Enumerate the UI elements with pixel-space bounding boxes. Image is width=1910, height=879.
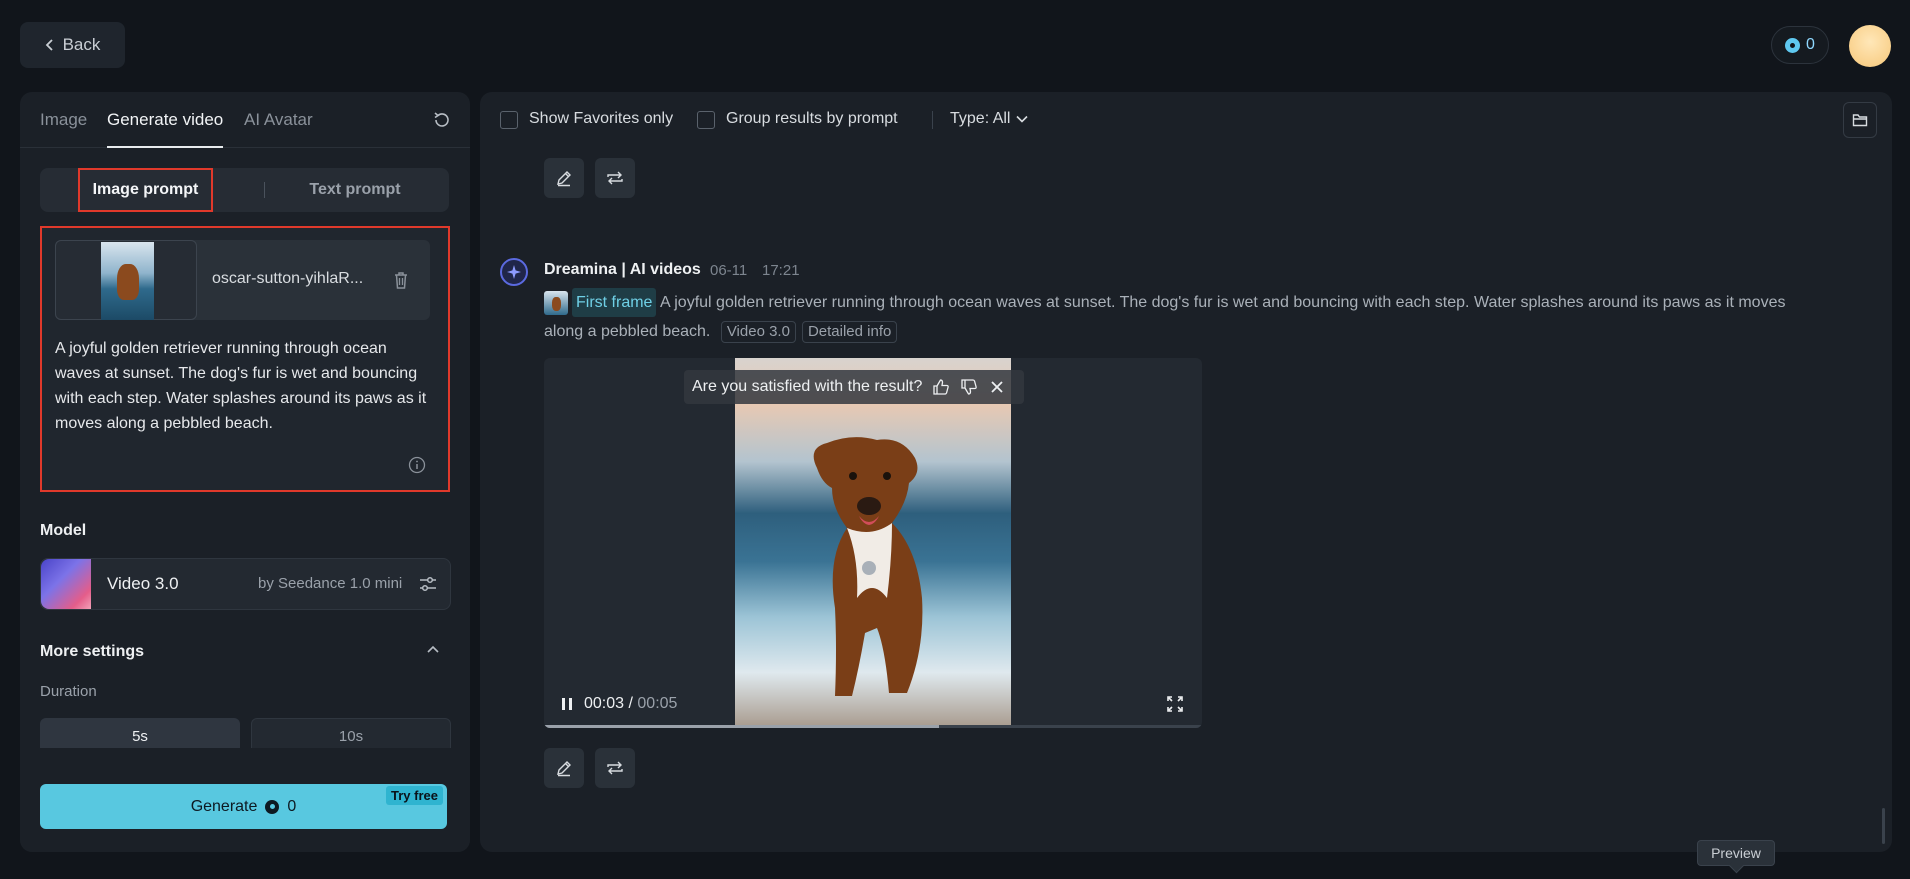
try-free-badge: Try free	[386, 786, 443, 805]
model-thumbnail	[41, 559, 91, 609]
chevron-left-icon	[45, 39, 53, 51]
group-checkbox[interactable]	[697, 111, 715, 129]
message-date: 06-11	[710, 262, 748, 279]
edit-button[interactable]	[544, 158, 584, 198]
current-time: 00:03	[584, 695, 625, 712]
fullscreen-icon[interactable]	[1166, 695, 1184, 713]
prompt-type-toggle: Image prompt Text prompt	[40, 168, 449, 212]
chevron-up-icon[interactable]	[425, 642, 441, 658]
model-provider: by Seedance 1.0 mini	[258, 575, 403, 592]
tab-image[interactable]: Image	[40, 110, 87, 130]
pencil-icon	[557, 761, 571, 777]
model-name: Video 3.0	[107, 574, 179, 593]
model-heading: Model	[40, 522, 87, 539]
duration-label: Duration	[40, 683, 97, 700]
generate-button[interactable]: Generate 0 Try free	[40, 784, 447, 829]
avatar[interactable]	[1849, 25, 1891, 67]
dog-image	[813, 437, 923, 696]
regenerate-button[interactable]	[595, 748, 635, 788]
model-tag[interactable]: Video 3.0	[720, 321, 796, 344]
credit-coin-icon	[1785, 37, 1801, 53]
type-filter-label: Type: All	[950, 110, 1011, 127]
reset-icon[interactable]	[432, 110, 452, 130]
results-panel: Show Favorites only Group results by pro…	[480, 92, 1892, 852]
back-label: Back	[62, 35, 101, 54]
text-prompt-option[interactable]: Text prompt	[290, 168, 420, 212]
first-frame-label: First frame	[572, 288, 657, 318]
feedback-question: Are you satisfied with the result?	[692, 378, 923, 395]
message-body: First frame A joyful golden retriever ru…	[544, 288, 1814, 346]
prompt-textarea[interactable]: A joyful golden retriever running throug…	[55, 336, 435, 436]
scrollbar[interactable]	[1882, 808, 1885, 844]
thumbs-up-icon[interactable]	[932, 378, 950, 396]
close-icon[interactable]	[988, 378, 1006, 396]
repeat-icon	[607, 761, 623, 775]
more-settings-heading[interactable]: More settings	[40, 643, 144, 661]
generate-cost: 0	[287, 797, 297, 815]
dreamina-logo-icon	[500, 258, 528, 286]
credits-count: 0	[1806, 36, 1815, 53]
image-prompt-option[interactable]: Image prompt	[78, 168, 213, 212]
credits-badge[interactable]: 0	[1771, 26, 1829, 64]
type-filter-dropdown[interactable]: Type: All	[950, 110, 1029, 128]
chevron-down-icon	[1016, 115, 1029, 123]
model-selector[interactable]: Video 3.0 by Seedance 1.0 mini	[40, 558, 451, 610]
favorites-checkbox[interactable]	[500, 111, 518, 129]
message-time: 17:21	[762, 262, 800, 279]
video-progress-bar[interactable]	[544, 725, 1202, 728]
edit-button[interactable]	[544, 748, 584, 788]
prompt-box[interactable]: oscar-sutton-yihlaR... A joyful golden r…	[40, 226, 450, 492]
file-name: oscar-sutton-yihlaR...	[212, 270, 364, 287]
video-player[interactable]: Are you satisfied with the result? 00:03…	[544, 358, 1202, 728]
repeat-icon	[607, 171, 623, 185]
time-separator: /	[628, 695, 633, 712]
preview-tooltip: Preview	[1697, 840, 1775, 866]
regenerate-button[interactable]	[595, 158, 635, 198]
folder-button[interactable]	[1843, 102, 1877, 138]
toggle-divider	[264, 182, 265, 198]
tab-ai-avatar[interactable]: AI Avatar	[244, 110, 313, 130]
pause-icon[interactable]	[560, 696, 574, 712]
first-frame-thumbnail	[544, 290, 568, 315]
video-progress-fill	[544, 725, 939, 728]
trash-icon[interactable]	[392, 270, 410, 290]
message-author: Dreamina | AI videos	[544, 261, 701, 278]
filter-divider	[932, 111, 933, 129]
filter-bar: Show Favorites only Group results by pro…	[480, 92, 1892, 148]
back-button[interactable]: Back	[20, 22, 125, 68]
mode-tabs: Image Generate video AI Avatar	[20, 92, 470, 148]
generate-label: Generate	[190, 797, 258, 815]
total-time: 00:05	[637, 695, 678, 712]
image-thumbnail-frame[interactable]	[55, 240, 197, 320]
favorites-label[interactable]: Show Favorites only	[529, 110, 673, 128]
pencil-icon	[557, 171, 571, 187]
thumbs-down-icon[interactable]	[960, 378, 978, 396]
detailed-info-tag[interactable]: Detailed info	[801, 321, 898, 344]
info-icon[interactable]	[408, 456, 426, 474]
video-frame	[735, 358, 1011, 728]
first-frame-chip[interactable]: First frame	[544, 288, 657, 318]
feedback-bar: Are you satisfied with the result?	[684, 370, 1024, 404]
image-thumbnail	[101, 242, 154, 320]
credit-coin-icon	[265, 799, 280, 814]
playback-controls: 00:03 / 00:05	[560, 695, 677, 713]
group-label[interactable]: Group results by prompt	[726, 110, 898, 128]
folder-icon	[1852, 114, 1868, 127]
settings-sliders-icon[interactable]	[418, 574, 438, 594]
generation-panel: Image Generate video AI Avatar Image pro…	[20, 92, 470, 852]
uploaded-image-card: oscar-sutton-yihlaR...	[55, 240, 430, 320]
tab-generate-video[interactable]: Generate video	[107, 110, 224, 148]
